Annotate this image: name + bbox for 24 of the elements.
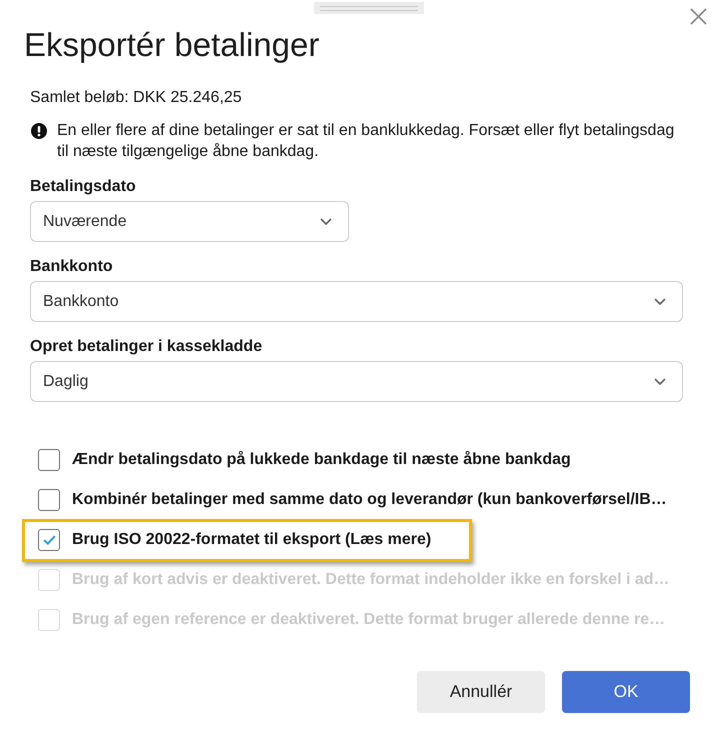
ok-button[interactable]: OK xyxy=(562,671,690,713)
field-label: Bankkonto xyxy=(30,257,113,277)
cancel-button[interactable]: Annullér xyxy=(417,671,545,713)
close-icon[interactable] xyxy=(690,8,707,25)
field-label: Opret betalinger i kassekladde xyxy=(30,337,262,357)
dropdown[interactable]: Nuværende xyxy=(30,201,349,242)
exclamation-icon xyxy=(31,123,47,139)
dropdown[interactable]: Bankkonto xyxy=(30,281,683,322)
chevron-down-icon xyxy=(654,378,666,385)
checkbox-label: Kombinér betalinger med samme dato og leverandør (kun bankoverførsel/IB… xyxy=(72,490,667,510)
drag-handle-icon[interactable] xyxy=(314,2,424,14)
total-amount: Samlet beløb: DKK 25.246,25 xyxy=(30,89,242,107)
checkmark-icon xyxy=(42,535,56,545)
warning-message: En eller flere af dine betalinger er sat til en banklukkedag. Forsæt eller flyt betalingsdag til næste tilgængelige åbne bankdag. xyxy=(57,121,676,162)
chevron-down-icon xyxy=(654,298,666,305)
dropdown[interactable]: Daglig xyxy=(30,361,683,402)
checkbox[interactable] xyxy=(38,449,60,471)
chevron-down-icon xyxy=(320,218,332,225)
checkbox[interactable] xyxy=(38,489,60,511)
checkbox-label: Brug ISO 20022-formatet til eksport (Læs mere) xyxy=(72,530,432,550)
checkbox-label: Ændr betalingsdato på lukkede bankdage til næste åbne bankdag xyxy=(72,450,571,470)
checkbox[interactable] xyxy=(38,529,60,551)
field-label: Betalingsdato xyxy=(30,177,136,197)
dialog-title: Eksportér betalinger xyxy=(24,26,320,64)
